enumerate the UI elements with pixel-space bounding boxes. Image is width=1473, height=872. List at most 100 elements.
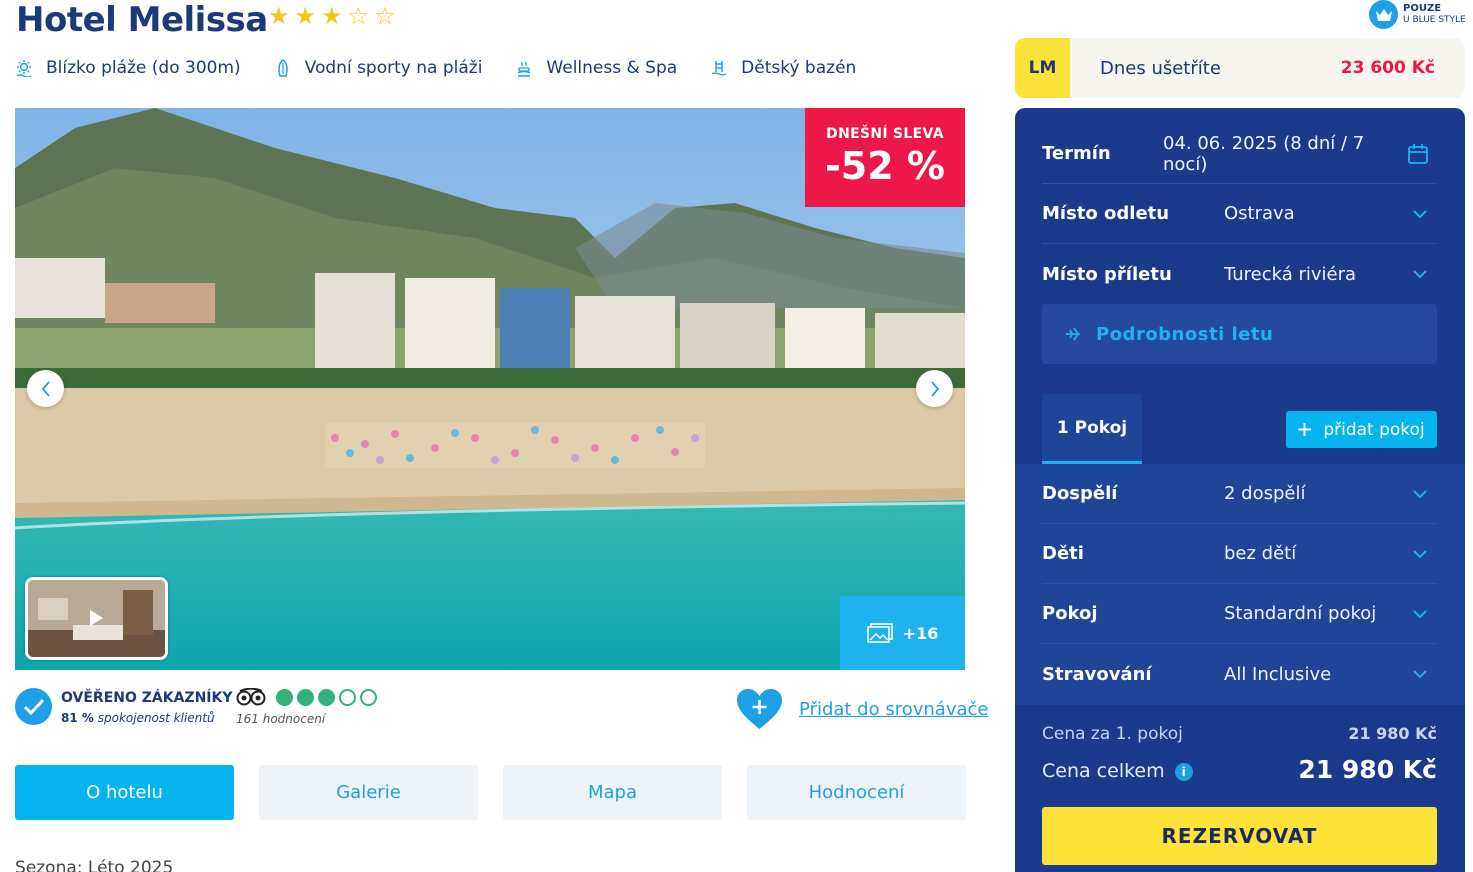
satisfaction-text: 81 % spokojenost klientů <box>61 711 233 725</box>
price-room-value: 21 980 Kč <box>1348 724 1437 743</box>
plus-icon <box>1298 423 1312 436</box>
arrival-label: Místo příletu <box>1042 263 1172 285</box>
season-text: Sezona: Léto 2025 <box>15 858 174 872</box>
departure-selector[interactable]: Místo odletu Ostrava <box>1042 184 1437 244</box>
booking-panel: Termín 04. 06. 2025 (8 dní / 7 nocí) Mís… <box>1015 108 1465 872</box>
feature-list: Blízko pláže (do 300m) Vodní sporty na p… <box>16 58 856 78</box>
flight-details-button[interactable]: Podrobnosti letu <box>1042 304 1437 364</box>
chevron-down-icon <box>1413 270 1427 279</box>
tripadvisor-bubbles <box>276 688 377 706</box>
gallery-next-button[interactable] <box>916 370 953 407</box>
sun-beach-icon <box>16 60 32 77</box>
room-value: Standardní pokoj <box>1224 603 1377 624</box>
compare-link[interactable]: Přidat do srovnávače <box>799 699 988 720</box>
term-selector[interactable]: Termín 04. 06. 2025 (8 dní / 7 nocí) <box>1042 124 1437 184</box>
star-filled-icon: ★ <box>294 2 317 30</box>
verified-title: OVĚŘENO ZÁKAZNÍKY <box>61 690 233 706</box>
arrival-value: Turecká riviéra <box>1224 263 1357 285</box>
satisfaction-label: spokojenost klientů <box>97 711 215 725</box>
lm-amount: 23 600 Kč <box>1340 58 1435 78</box>
lm-text: Dnes ušetříte <box>1100 57 1221 79</box>
verified-reviews: OVĚŘENO ZÁKAZNÍKY 81 % spokojenost klien… <box>15 688 233 725</box>
play-icon <box>90 610 103 626</box>
hotel-tabs: O hotelu Galerie Mapa Hodnocení <box>15 765 966 820</box>
tab-about[interactable]: O hotelu <box>15 765 234 820</box>
photo-gallery[interactable]: DNEŠNÍ SLEVA -52 % +16 <box>15 108 965 670</box>
chevron-left-icon <box>41 380 50 397</box>
crown-icon <box>1369 0 1398 29</box>
star-filled-icon: ★ <box>268 2 290 30</box>
feature-watersports: Vodní sporty na pláži <box>275 58 483 78</box>
tripadvisor-owl-icon <box>236 688 266 706</box>
compare-action[interactable]: Přidat do srovnávače <box>736 688 988 730</box>
departure-label: Místo odletu <box>1042 203 1170 224</box>
star-empty-icon: ☆ <box>347 2 370 30</box>
tab-gallery[interactable]: Galerie <box>259 765 478 820</box>
price-total-label: Cena celkem <box>1042 760 1165 782</box>
badge-line1: POUZE <box>1403 2 1442 14</box>
add-room-button[interactable]: přidat pokoj <box>1286 411 1437 448</box>
lastminute-savings: LM Dnes ušetříte 23 600 Kč <box>1015 38 1465 98</box>
more-photos-button[interactable]: +16 <box>840 596 965 670</box>
gallery-prev-button[interactable] <box>27 370 64 407</box>
blue-style-exclusive-badge: POUZE U BLUE STYLE <box>1369 0 1466 29</box>
price-total: Cena celkem i <box>1042 760 1193 782</box>
chevron-down-icon <box>1413 489 1427 498</box>
lm-tag: LM <box>1015 38 1070 98</box>
hotel-title: Hotel Melissa <box>16 0 268 40</box>
feature-label: Blízko pláže (do 300m) <box>46 58 241 78</box>
arrival-selector[interactable]: Místo příletu Turecká riviéra <box>1042 244 1437 304</box>
star-rating: ★ ★ ★ ☆ ☆ <box>268 4 396 28</box>
adults-value: 2 dospělí <box>1224 483 1306 504</box>
calendar-icon[interactable] <box>1407 143 1429 165</box>
chevron-right-icon <box>930 380 939 397</box>
plane-icon <box>1066 327 1080 341</box>
more-photos-count: +16 <box>902 623 939 643</box>
room-label: Pokoj <box>1042 603 1098 624</box>
video-thumbnail[interactable] <box>25 577 168 660</box>
star-empty-icon: ☆ <box>374 2 396 30</box>
departure-value: Ostrava <box>1224 203 1295 224</box>
bubble-filled-icon <box>276 688 293 706</box>
feature-beach: Blízko pláže (do 300m) <box>16 58 241 78</box>
tripadvisor-count: 161 hodnocení <box>236 712 326 726</box>
children-label: Děti <box>1042 543 1084 564</box>
children-selector[interactable]: Děti bez dětí <box>1042 524 1437 584</box>
badge-line2: U BLUE STYLE <box>1403 15 1466 26</box>
discount-value: -52 % <box>825 144 945 188</box>
flight-details-label: Podrobnosti letu <box>1096 323 1274 345</box>
bubble-filled-icon <box>297 688 314 706</box>
bubble-empty-icon <box>360 688 377 706</box>
book-button[interactable]: REZERVOVAT <box>1042 807 1437 865</box>
satisfaction-value: 81 % <box>61 711 94 725</box>
checkmark-icon <box>15 688 52 725</box>
tripadvisor-rating[interactable]: 161 hodnocení <box>236 688 377 726</box>
feature-label: Dětský bazén <box>741 58 857 78</box>
adults-selector[interactable]: Dospělí 2 dospělí <box>1042 464 1437 524</box>
term-label: Termín <box>1042 143 1111 164</box>
bubble-filled-icon <box>318 688 335 706</box>
heart-plus-icon[interactable] <box>736 688 783 730</box>
term-value: 04. 06. 2025 (8 dní / 7 nocí) <box>1163 132 1365 175</box>
price-total-value: 21 980 Kč <box>1298 755 1437 784</box>
star-filled-icon: ★ <box>321 2 343 30</box>
info-icon[interactable]: i <box>1174 762 1193 781</box>
tab-room-1[interactable]: 1 Pokoj <box>1042 394 1142 464</box>
feature-wellness: Wellness & Spa <box>516 58 677 78</box>
room-type-selector[interactable]: Pokoj Standardní pokoj <box>1042 584 1437 644</box>
tab-reviews[interactable]: Hodnocení <box>747 765 966 820</box>
bubble-empty-icon <box>339 688 356 706</box>
spa-icon <box>518 61 531 77</box>
board-label: Stravování <box>1042 663 1152 685</box>
board-selector[interactable]: Stravování All Inclusive <box>1042 644 1437 704</box>
feature-label: Wellness & Spa <box>546 58 678 78</box>
discount-label: DNEŠNÍ SLEVA <box>826 126 944 142</box>
children-value: bez dětí <box>1224 543 1297 564</box>
chevron-down-icon <box>1413 609 1427 618</box>
feature-kids-pool: Dětský bazén <box>711 58 856 78</box>
tab-map[interactable]: Mapa <box>503 765 722 820</box>
add-room-label: přidat pokoj <box>1323 419 1425 440</box>
pool-ladder-icon <box>711 61 727 76</box>
feature-label: Vodní sporty na pláži <box>304 58 483 78</box>
gallery-icon <box>866 623 893 643</box>
